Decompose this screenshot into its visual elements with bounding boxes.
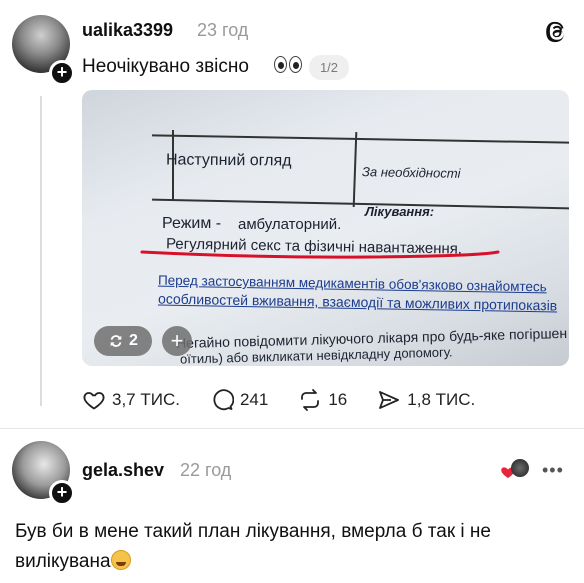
follow-plus-icon[interactable]: + [49,60,75,86]
rofl-emoji-icon [110,550,131,570]
post-time: 23 год [197,20,249,40]
threads-logo-icon[interactable] [546,20,568,44]
post-username[interactable]: ualika3399 [82,20,173,41]
like-count: 3,7 ТИС. [112,390,180,409]
doc-warning-line-2: особливостей вживання, взаємодії та можл… [157,290,558,314]
share-button[interactable]: 1,8 ТИС. [377,388,475,412]
carousel-page-indicator: 1/2 [309,55,349,80]
share-count: 1,8 ТИС. [407,390,476,409]
follow-plus-icon[interactable]: + [49,480,75,506]
doc-header-left: Наступний огляд [165,151,292,170]
send-icon [379,391,400,409]
repost-button[interactable]: 16 [298,388,347,412]
like-button[interactable]: 3,7 ТИС. [82,388,180,412]
eyes-emoji-icon [274,56,302,73]
post-caption: Неочікувано звісно [82,56,249,77]
post-actions: 3,7 ТИС. 241 16 1,8 ТИС. [82,388,505,412]
post-photo[interactable]: Наступний огляд За необхідності Лікуванн… [82,90,569,366]
comment-button[interactable]: 241 [210,388,268,412]
photo-add-button[interactable]: + [162,326,192,356]
photo-repost-count-button[interactable]: 2 [94,326,152,356]
red-underline [140,250,500,259]
heart-icon [83,392,105,410]
author-liked-icon [500,459,529,481]
more-options-icon[interactable]: ••• [542,460,564,481]
reply-text: Був би в мене такий план лікування, вмер… [15,521,491,572]
reply-time: 22 год [180,460,232,480]
repost-count: 16 [328,390,348,409]
thread-line [40,96,42,406]
divider [0,428,584,429]
comment-count: 241 [239,390,269,409]
doc-regime-label: Режим - [162,215,222,232]
comment-icon [213,389,234,411]
reply-content: Був би в мене такий план лікування, вмер… [15,517,575,577]
reply-meta: ••• [500,459,564,481]
photo-repost-count: 2 [129,332,138,349]
doc-section-title: Лікування: [365,204,435,219]
doc-header-right: За необхідності [361,164,461,181]
doc-regime-value: амбулаторний. [238,216,342,233]
repost-icon [301,389,320,411]
reply-username[interactable]: gela.shev [82,460,164,481]
document-photo: Наступний огляд За необхідності Лікуванн… [82,90,569,366]
repost-icon [110,335,122,347]
